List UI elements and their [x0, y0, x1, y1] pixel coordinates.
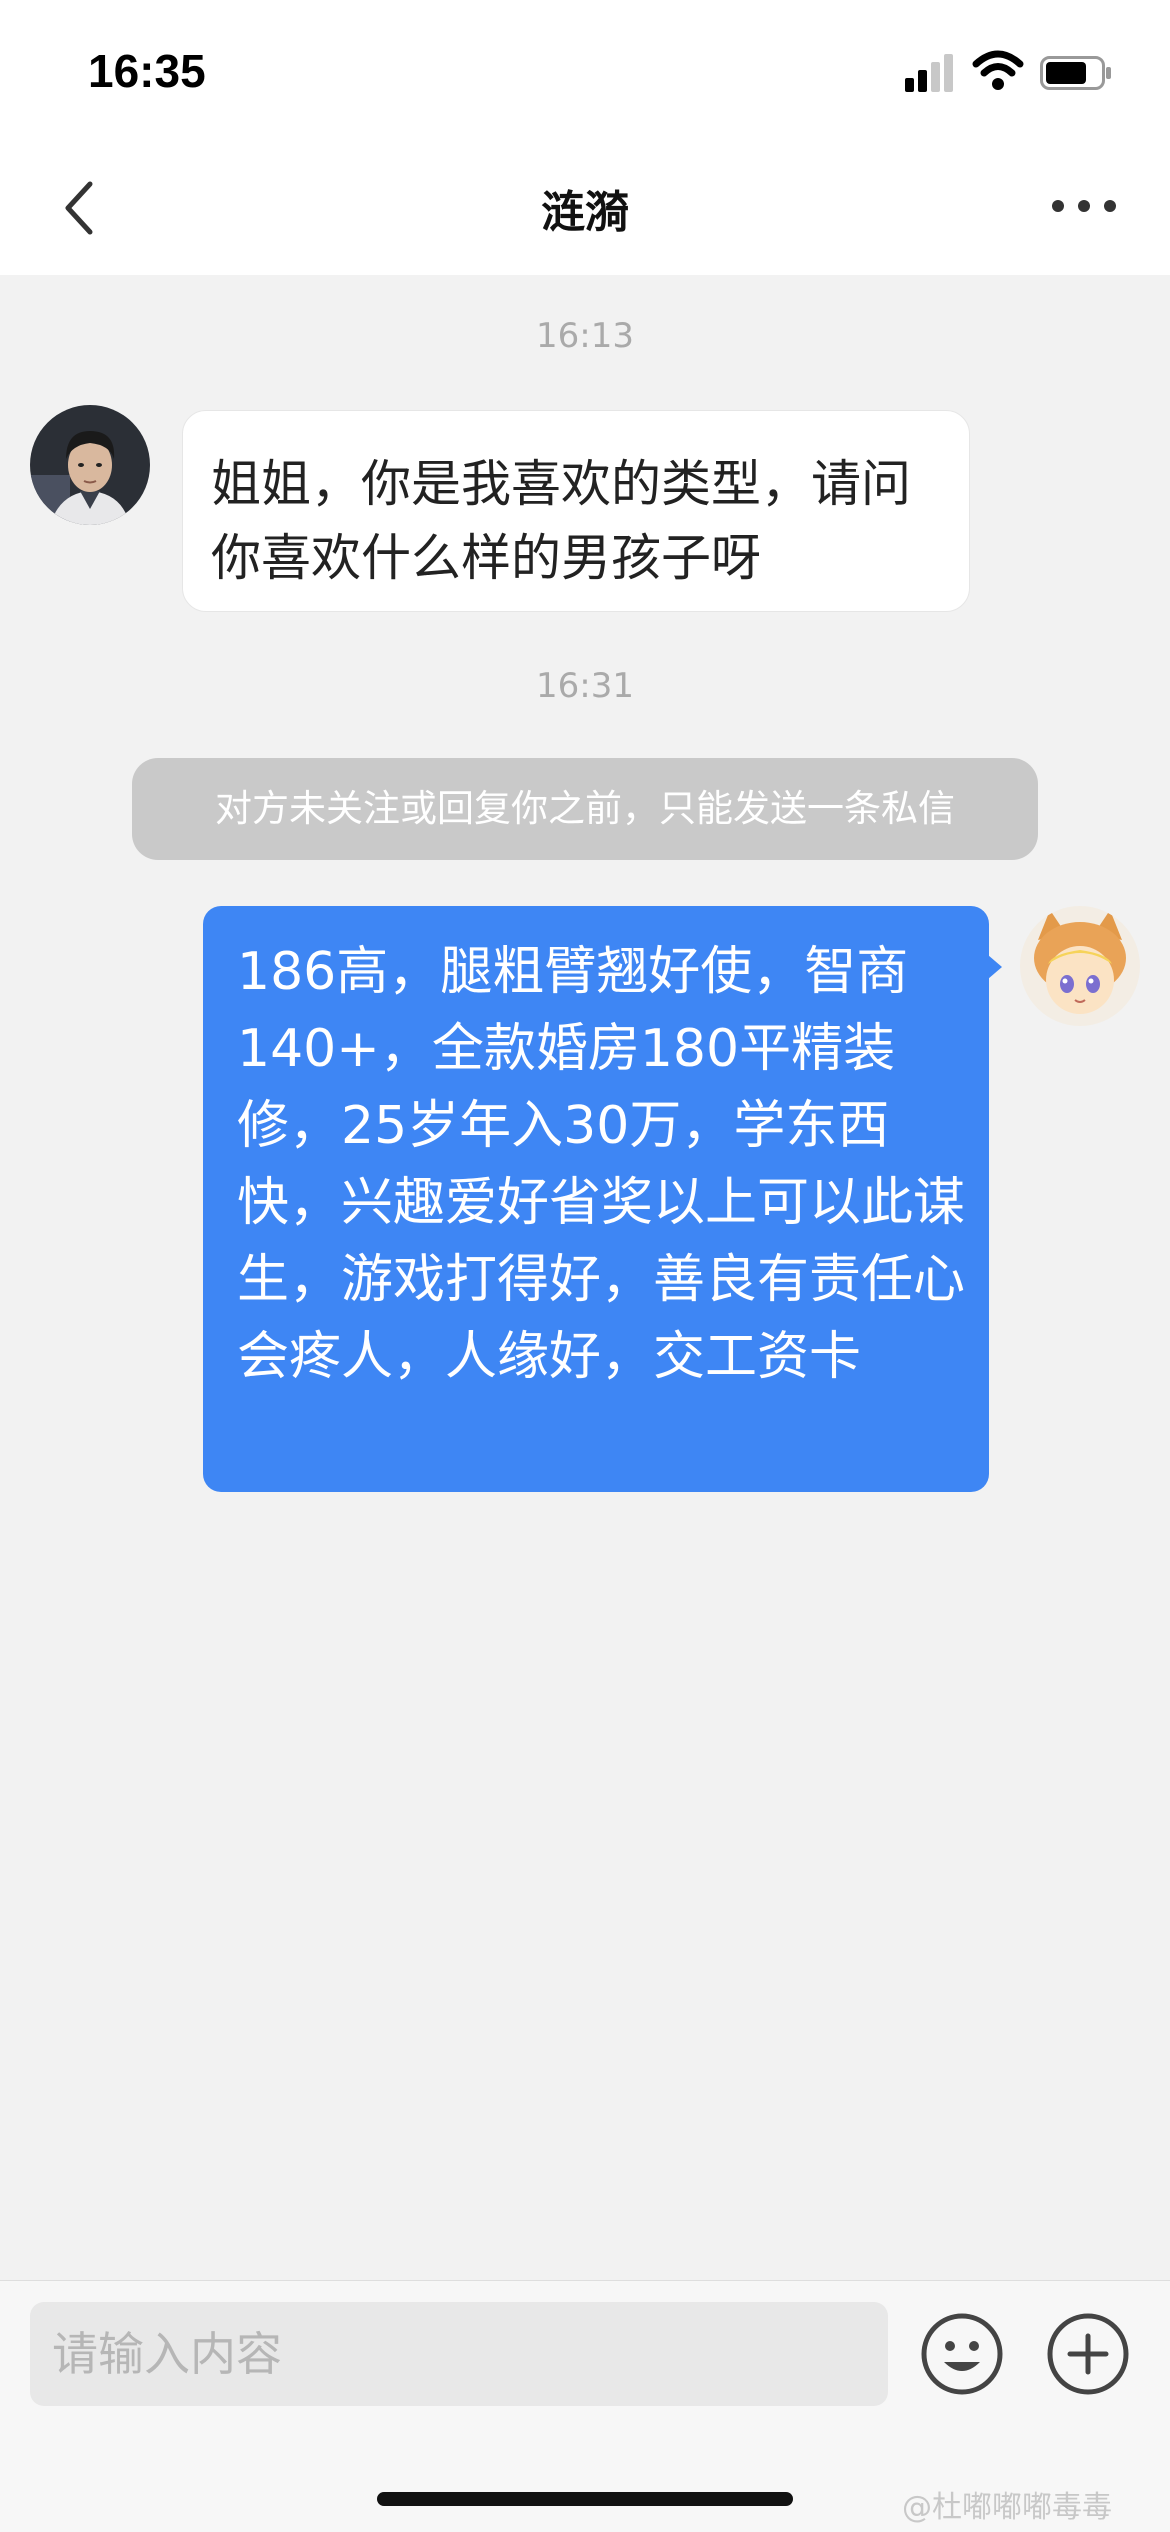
top-bar: 16:35 涟漪	[0, 0, 1170, 275]
outgoing-message-bubble[interactable]: 186高，腿粗臂翘好使，智商140+，全款婚房180平精装修，25岁年入30万，…	[203, 906, 989, 1492]
timestamp: 16:31	[536, 666, 634, 706]
watermark: @杜嘟嘟嘟毒毒	[902, 2490, 1112, 2525]
status-time: 16:35	[88, 45, 206, 97]
avatar-man-illustration[interactable]	[30, 405, 150, 525]
bubble-tail	[988, 955, 1002, 979]
chat-title: 涟漪	[541, 187, 629, 238]
system-notice: 对方未关注或回复你之前，只能发送一条私信	[132, 758, 1038, 860]
message-input[interactable]: 请输入内容	[30, 2302, 888, 2406]
cellular-signal-icon	[905, 52, 957, 92]
avatar-fox-hood-illustration[interactable]	[1020, 906, 1140, 1026]
plus-circle-icon[interactable]	[1046, 2312, 1130, 2396]
timestamp: 16:13	[536, 316, 634, 356]
emoji-icon[interactable]	[920, 2312, 1004, 2396]
battery-icon	[1040, 56, 1111, 90]
more-dots-icon[interactable]	[1052, 196, 1116, 216]
wifi-icon	[972, 50, 1024, 90]
home-indicator[interactable]	[377, 2492, 793, 2506]
incoming-message-bubble[interactable]: 姐姐，你是我喜欢的类型，请问你喜欢什么样的男孩子呀	[182, 410, 970, 612]
